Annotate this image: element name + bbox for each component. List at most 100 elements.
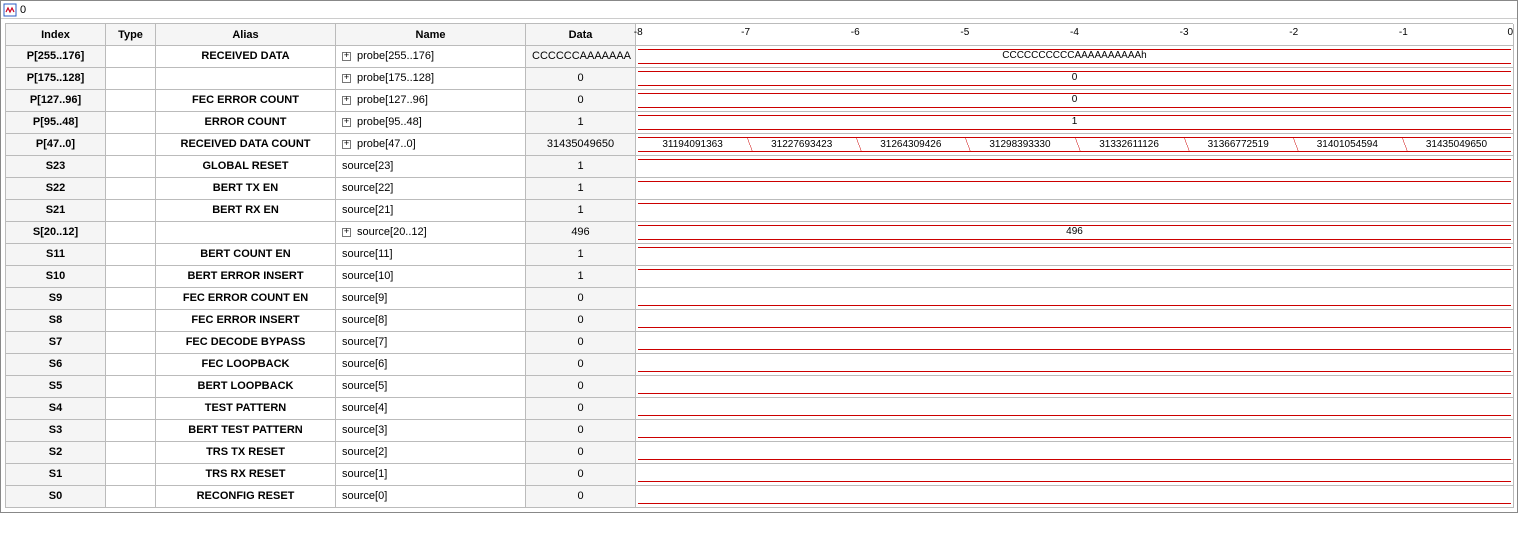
cell-index[interactable]: S22 [6, 178, 106, 200]
cell-data[interactable]: 0 [526, 486, 636, 508]
col-header-type[interactable]: Type [106, 24, 156, 46]
cell-name[interactable]: source[2] [336, 442, 526, 464]
cell-data[interactable]: 1 [526, 244, 636, 266]
cell-alias[interactable]: FEC LOOPBACK [156, 354, 336, 376]
cell-data[interactable]: 1 [526, 178, 636, 200]
cell-index[interactable]: S4 [6, 398, 106, 420]
cell-data[interactable]: 0 [526, 464, 636, 486]
cell-waveform[interactable] [636, 420, 1514, 442]
cell-data[interactable]: 31435049650 [526, 134, 636, 156]
cell-waveform[interactable]: CCCCCCCCCCAAAAAAAAAAh [636, 46, 1514, 68]
cell-name[interactable]: probe[255..176] [336, 46, 526, 68]
cell-waveform[interactable]: 1 [636, 112, 1514, 134]
cell-data[interactable]: CCCCCCAAAAAAA [526, 46, 636, 68]
cell-alias[interactable]: GLOBAL RESET [156, 156, 336, 178]
cell-waveform[interactable] [636, 200, 1514, 222]
cell-data[interactable]: 0 [526, 354, 636, 376]
cell-name[interactable]: probe[95..48] [336, 112, 526, 134]
expand-icon[interactable] [342, 52, 351, 61]
cell-waveform[interactable] [636, 398, 1514, 420]
cell-data[interactable]: 1 [526, 156, 636, 178]
cell-data[interactable]: 0 [526, 288, 636, 310]
cell-index[interactable]: S1 [6, 464, 106, 486]
cell-index[interactable]: S7 [6, 332, 106, 354]
cell-index[interactable]: P[255..176] [6, 46, 106, 68]
cell-index[interactable]: S2 [6, 442, 106, 464]
cell-data[interactable]: 0 [526, 398, 636, 420]
cell-index[interactable]: P[95..48] [6, 112, 106, 134]
cell-data[interactable]: 1 [526, 266, 636, 288]
cell-waveform[interactable] [636, 178, 1514, 200]
cell-index[interactable]: S23 [6, 156, 106, 178]
cell-alias[interactable] [156, 68, 336, 90]
cell-index[interactable]: S0 [6, 486, 106, 508]
cell-name[interactable]: source[23] [336, 156, 526, 178]
cell-index[interactable]: S10 [6, 266, 106, 288]
col-header-timescale[interactable]: -8-7-6-5-4-3-2-10 [636, 24, 1514, 46]
cell-index[interactable]: P[175..128] [6, 68, 106, 90]
expand-icon[interactable] [342, 96, 351, 105]
cell-alias[interactable]: BERT TX EN [156, 178, 336, 200]
expand-icon[interactable] [342, 118, 351, 127]
cell-alias[interactable]: ERROR COUNT [156, 112, 336, 134]
cell-data[interactable]: 496 [526, 222, 636, 244]
cell-waveform[interactable] [636, 354, 1514, 376]
cell-alias[interactable]: TRS TX RESET [156, 442, 336, 464]
cell-index[interactable]: S[20..12] [6, 222, 106, 244]
cell-waveform[interactable]: 496 [636, 222, 1514, 244]
cell-waveform[interactable]: 3119409136331227693423312643094263129839… [636, 134, 1514, 156]
cell-alias[interactable]: BERT COUNT EN [156, 244, 336, 266]
expand-icon[interactable] [342, 228, 351, 237]
cell-waveform[interactable] [636, 486, 1514, 508]
cell-waveform[interactable] [636, 376, 1514, 398]
cell-alias[interactable]: TEST PATTERN [156, 398, 336, 420]
cell-waveform[interactable] [636, 442, 1514, 464]
expand-icon[interactable] [342, 140, 351, 149]
window-titlebar[interactable]: 0 [1, 1, 1517, 19]
cell-name[interactable]: source[4] [336, 398, 526, 420]
cell-index[interactable]: S21 [6, 200, 106, 222]
cell-data[interactable]: 0 [526, 310, 636, 332]
cell-name[interactable]: source[5] [336, 376, 526, 398]
cell-name[interactable]: source[9] [336, 288, 526, 310]
cell-waveform[interactable]: 0 [636, 68, 1514, 90]
cell-waveform[interactable] [636, 266, 1514, 288]
cell-data[interactable]: 1 [526, 200, 636, 222]
cell-waveform[interactable] [636, 244, 1514, 266]
cell-waveform[interactable] [636, 156, 1514, 178]
cell-waveform[interactable] [636, 464, 1514, 486]
cell-index[interactable]: S9 [6, 288, 106, 310]
cell-data[interactable]: 0 [526, 442, 636, 464]
cell-alias[interactable] [156, 222, 336, 244]
col-header-data[interactable]: Data [526, 24, 636, 46]
cell-data[interactable]: 0 [526, 90, 636, 112]
cell-name[interactable]: source[1] [336, 464, 526, 486]
cell-index[interactable]: S5 [6, 376, 106, 398]
cell-name[interactable]: probe[127..96] [336, 90, 526, 112]
cell-alias[interactable]: RECEIVED DATA [156, 46, 336, 68]
cell-data[interactable]: 0 [526, 332, 636, 354]
cell-name[interactable]: probe[175..128] [336, 68, 526, 90]
cell-name[interactable]: source[3] [336, 420, 526, 442]
cell-alias[interactable]: TRS RX RESET [156, 464, 336, 486]
col-header-name[interactable]: Name [336, 24, 526, 46]
cell-alias[interactable]: BERT TEST PATTERN [156, 420, 336, 442]
cell-name[interactable]: source[21] [336, 200, 526, 222]
cell-index[interactable]: S6 [6, 354, 106, 376]
cell-name[interactable]: source[7] [336, 332, 526, 354]
cell-data[interactable]: 0 [526, 420, 636, 442]
cell-index[interactable]: P[47..0] [6, 134, 106, 156]
cell-name[interactable]: source[22] [336, 178, 526, 200]
cell-name[interactable]: source[11] [336, 244, 526, 266]
expand-icon[interactable] [342, 74, 351, 83]
cell-alias[interactable]: RECONFIG RESET [156, 486, 336, 508]
cell-data[interactable]: 1 [526, 112, 636, 134]
cell-alias[interactable]: RECEIVED DATA COUNT [156, 134, 336, 156]
cell-index[interactable]: P[127..96] [6, 90, 106, 112]
cell-alias[interactable]: FEC DECODE BYPASS [156, 332, 336, 354]
cell-name[interactable]: source[0] [336, 486, 526, 508]
cell-waveform[interactable]: 0 [636, 90, 1514, 112]
cell-waveform[interactable] [636, 310, 1514, 332]
cell-index[interactable]: S3 [6, 420, 106, 442]
cell-waveform[interactable] [636, 288, 1514, 310]
